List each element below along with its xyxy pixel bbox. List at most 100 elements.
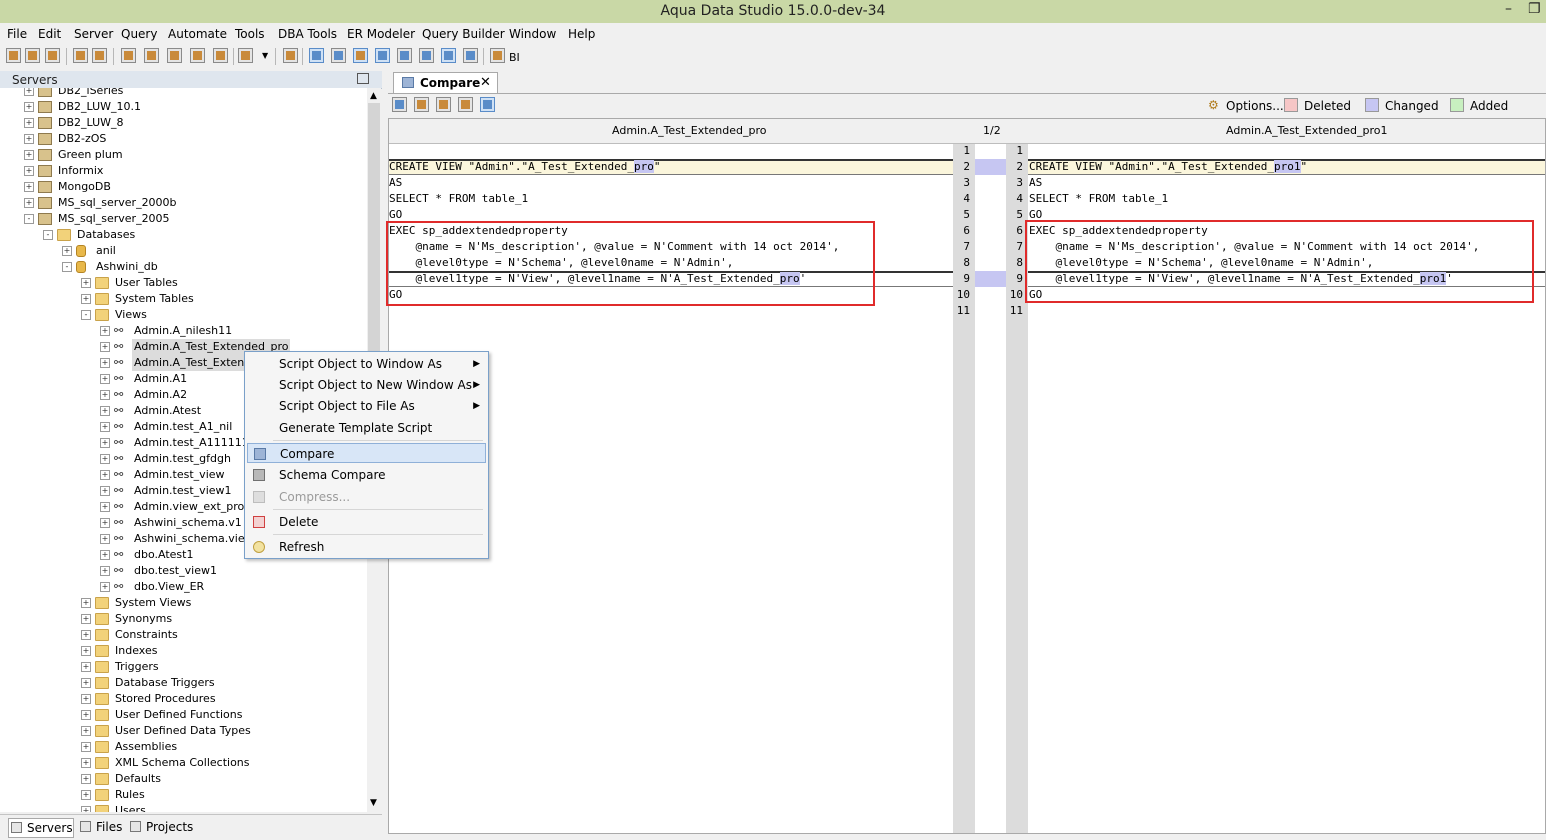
expand-icon[interactable]: + bbox=[100, 422, 110, 432]
expand-icon[interactable]: + bbox=[81, 774, 91, 784]
tree-item[interactable]: + Database Triggers bbox=[0, 675, 367, 691]
expand-icon[interactable]: + bbox=[81, 694, 91, 704]
tree-item[interactable]: - Databases bbox=[0, 227, 367, 243]
expand-icon[interactable]: + bbox=[100, 582, 110, 592]
tree-item[interactable]: + DB2_LUW_8 bbox=[0, 115, 367, 131]
expand-icon[interactable]: + bbox=[81, 710, 91, 720]
tree-item[interactable]: + Green plum bbox=[0, 147, 367, 163]
grid-view-icon[interactable] bbox=[309, 48, 324, 63]
expand-icon[interactable]: + bbox=[100, 390, 110, 400]
menu-window[interactable]: Window bbox=[509, 27, 556, 41]
tab-files[interactable]: Files bbox=[78, 818, 122, 836]
find-icon[interactable] bbox=[414, 97, 429, 112]
expand-icon[interactable]: + bbox=[24, 118, 34, 128]
tree-item[interactable]: + Rules bbox=[0, 787, 367, 803]
tree-item[interactable]: + System Tables bbox=[0, 291, 367, 307]
tree-item[interactable]: + User Tables bbox=[0, 275, 367, 291]
expand-icon[interactable]: + bbox=[100, 326, 110, 336]
expand-icon[interactable]: + bbox=[81, 278, 91, 288]
connect-icon[interactable] bbox=[45, 48, 60, 63]
menu-script-to-new-window[interactable]: Script Object to New Window As ▶ bbox=[247, 375, 486, 395]
expand-icon[interactable]: + bbox=[100, 454, 110, 464]
report-icon[interactable] bbox=[397, 48, 412, 63]
expand-icon[interactable]: + bbox=[81, 806, 91, 812]
menu-schema-compare[interactable]: Schema Compare bbox=[247, 465, 486, 485]
database-view-icon[interactable] bbox=[353, 48, 368, 63]
tree-item[interactable]: + Stored Procedures bbox=[0, 691, 367, 707]
expand-icon[interactable]: + bbox=[100, 486, 110, 496]
expand-icon[interactable]: + bbox=[100, 518, 110, 528]
collapse-icon[interactable]: - bbox=[24, 214, 34, 224]
expand-icon[interactable]: + bbox=[24, 166, 34, 176]
chart-icon[interactable] bbox=[463, 48, 478, 63]
expand-icon[interactable]: + bbox=[24, 150, 34, 160]
history-icon[interactable] bbox=[238, 48, 253, 63]
tree-item[interactable]: + ⚯ dbo.View_ER bbox=[0, 579, 367, 595]
expand-icon[interactable]: + bbox=[100, 374, 110, 384]
tree-item[interactable]: + ⚯ Admin.A_nilesh11 bbox=[0, 323, 367, 339]
collapse-icon[interactable]: - bbox=[62, 262, 72, 272]
restore-button[interactable]: ❐ bbox=[1528, 1, 1541, 17]
expand-icon[interactable]: + bbox=[24, 198, 34, 208]
expand-icon[interactable]: + bbox=[81, 598, 91, 608]
menu-help[interactable]: Help bbox=[568, 27, 595, 41]
expand-icon[interactable]: + bbox=[81, 726, 91, 736]
remove-server-icon[interactable] bbox=[25, 48, 40, 63]
chevron-down-icon[interactable]: ▼ bbox=[262, 51, 268, 60]
expand-icon[interactable]: + bbox=[100, 470, 110, 480]
menu-automate[interactable]: Automate bbox=[168, 27, 227, 41]
menu-delete[interactable]: Delete bbox=[247, 512, 486, 532]
close-icon[interactable]: ✕ bbox=[480, 75, 491, 90]
expand-icon[interactable]: + bbox=[100, 438, 110, 448]
tree-item[interactable]: + DB2-zOS bbox=[0, 131, 367, 147]
expand-icon[interactable]: + bbox=[81, 662, 91, 672]
scroll-down-icon[interactable]: ▼ bbox=[370, 798, 377, 808]
menu-script-to-window[interactable]: Script Object to Window As ▶ bbox=[247, 354, 486, 374]
tree-item[interactable]: + MongoDB bbox=[0, 179, 367, 195]
table-view-icon[interactable] bbox=[331, 48, 346, 63]
menu-er-modeler[interactable]: ER Modeler bbox=[347, 27, 415, 41]
expand-icon[interactable]: + bbox=[24, 182, 34, 192]
query-window-2-icon[interactable] bbox=[144, 48, 159, 63]
tree-item[interactable]: + anil bbox=[0, 243, 367, 259]
menu-edit[interactable]: Edit bbox=[38, 27, 61, 41]
options-button[interactable]: Options... bbox=[1226, 99, 1284, 113]
minimize-button[interactable]: – bbox=[1505, 1, 1512, 17]
query-window-4-icon[interactable] bbox=[190, 48, 205, 63]
expand-icon[interactable]: + bbox=[81, 646, 91, 656]
tab-projects[interactable]: Projects bbox=[128, 818, 193, 836]
print-icon[interactable] bbox=[458, 97, 473, 112]
expand-icon[interactable]: + bbox=[81, 758, 91, 768]
tree-item[interactable]: + System Views bbox=[0, 595, 367, 611]
collapse-icon[interactable]: - bbox=[81, 310, 91, 320]
expand-icon[interactable]: + bbox=[62, 246, 72, 256]
expand-icon[interactable]: + bbox=[100, 406, 110, 416]
tree-item[interactable]: + Assemblies bbox=[0, 739, 367, 755]
query-window-icon[interactable] bbox=[121, 48, 136, 63]
permissions-icon[interactable] bbox=[73, 48, 88, 63]
query-window-3-icon[interactable] bbox=[167, 48, 182, 63]
tree-item[interactable]: + DB2_LUW_10.1 bbox=[0, 99, 367, 115]
menu-generate-template-script[interactable]: Generate Template Script bbox=[247, 418, 486, 438]
expand-icon[interactable]: + bbox=[81, 614, 91, 624]
tree-item[interactable]: - Ashwini_db bbox=[0, 259, 367, 275]
tab-compare[interactable]: Compare ✕ bbox=[393, 72, 498, 93]
tree-item[interactable]: + DB2_iSeries bbox=[0, 88, 367, 99]
expand-icon[interactable]: + bbox=[100, 358, 110, 368]
expand-icon[interactable]: + bbox=[100, 342, 110, 352]
tree-item[interactable]: + XML Schema Collections bbox=[0, 755, 367, 771]
tree-item[interactable]: - MS_sql_server_2005 bbox=[0, 211, 367, 227]
schema-icon[interactable] bbox=[283, 48, 298, 63]
new-server-icon[interactable] bbox=[6, 48, 21, 63]
restore-panel-icon[interactable] bbox=[357, 73, 369, 84]
bi-icon[interactable] bbox=[490, 48, 505, 63]
expand-icon[interactable]: + bbox=[100, 502, 110, 512]
tree-item[interactable]: + Synonyms bbox=[0, 611, 367, 627]
menu-server[interactable]: Server bbox=[74, 27, 113, 41]
gear-icon[interactable]: ⚙ bbox=[1208, 98, 1219, 112]
expand-icon[interactable]: + bbox=[24, 88, 34, 96]
tree-item[interactable]: + Informix bbox=[0, 163, 367, 179]
user-icon[interactable] bbox=[92, 48, 107, 63]
tree-item[interactable]: + Indexes bbox=[0, 643, 367, 659]
spreadsheet-icon[interactable] bbox=[375, 48, 390, 63]
